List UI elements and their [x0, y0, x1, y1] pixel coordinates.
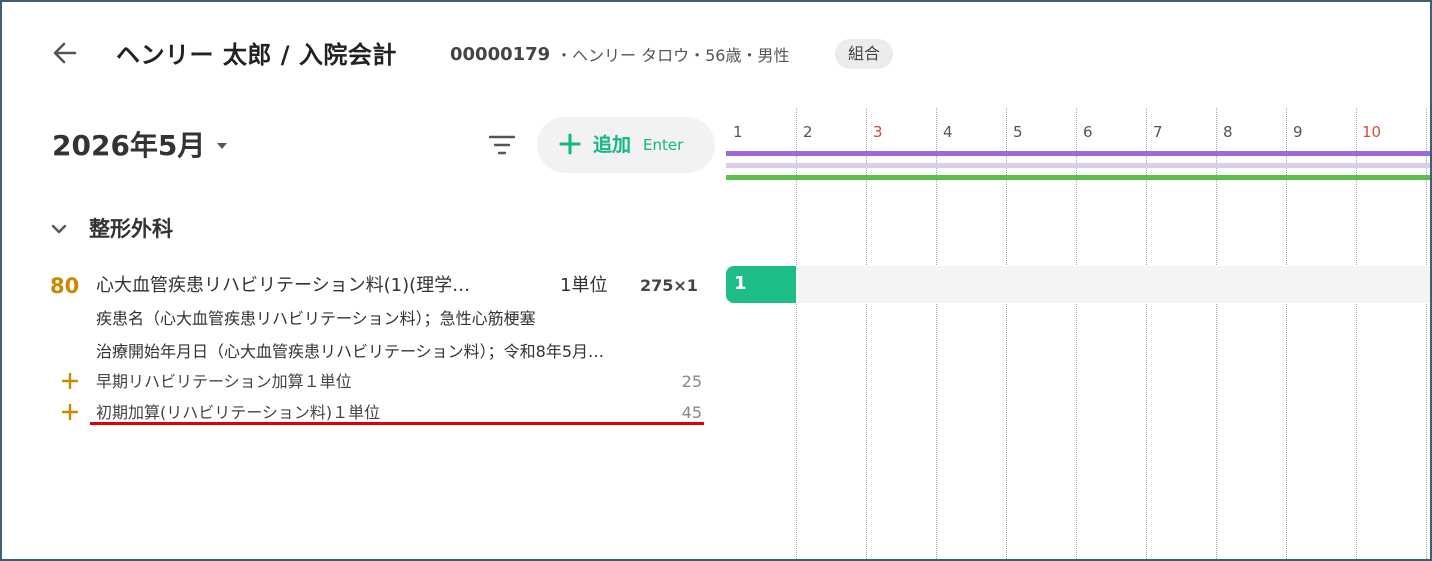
add-button[interactable]: 追加 Enter [537, 117, 715, 173]
section-title[interactable]: 整形外科 [89, 213, 173, 245]
period-bar-green [726, 175, 1430, 180]
item-detail-disease: 疾患名（心大血管疾患リハビリテーション料）；急性心筋梗塞 [96, 309, 536, 328]
plus-icon [559, 133, 581, 155]
day-label: 9 [1293, 123, 1303, 141]
filter-icon[interactable] [488, 133, 516, 157]
chevron-down-icon[interactable] [51, 223, 67, 235]
quantity-chip[interactable]: 1 [726, 266, 796, 303]
day-label: 6 [1083, 123, 1093, 141]
addon-name[interactable]: 早期リハビリテーション加算１単位 [96, 370, 352, 394]
day-label: 5 [1013, 123, 1023, 141]
period-bar-lavender [726, 163, 1430, 168]
addon-plus-icon [62, 373, 78, 389]
addon-value: 25 [681, 372, 702, 391]
patient-id: 00000179 [450, 44, 551, 65]
quantity-chip-label: 1 [734, 273, 747, 294]
day-label: 2 [803, 123, 813, 141]
day-label: 8 [1223, 123, 1233, 141]
highlight-underline [90, 422, 704, 425]
item-row-track [726, 266, 1430, 303]
day-label: 4 [943, 123, 953, 141]
add-button-label: 追加 [593, 134, 632, 156]
item-detail-start-date: 治療開始年月日（心大血管疾患リハビリテーション料）；令和8年5月… [96, 342, 605, 361]
add-shortcut-hint: Enter [643, 136, 684, 154]
addon-plus-icon [62, 404, 78, 420]
insurance-badge: 組合 [835, 39, 894, 69]
day-label: 7 [1153, 123, 1163, 141]
item-unit: 1単位 [560, 275, 608, 296]
calendar-grid: 1 2 3 4 5 6 7 8 9 10 1 [726, 108, 1430, 559]
day-label-holiday: 3 [873, 123, 883, 141]
item-price: 275×1 [640, 276, 698, 295]
period-bar-purple [726, 151, 1430, 156]
back-arrow-icon[interactable] [50, 38, 80, 68]
page-title: ヘンリー 太郎 / 入院会計 [116, 41, 397, 69]
item-name[interactable]: 心大血管疾患リハビリテーション料(1)(理学… [96, 272, 470, 300]
item-score: 80 [50, 274, 80, 298]
day-label: 1 [733, 123, 743, 141]
month-selector[interactable]: 2026年5月 [52, 126, 205, 166]
patient-info: ・ヘンリー タロウ・56歳・男性 [556, 46, 790, 65]
caret-down-icon[interactable] [217, 143, 227, 149]
day-label-holiday: 10 [1362, 123, 1382, 141]
